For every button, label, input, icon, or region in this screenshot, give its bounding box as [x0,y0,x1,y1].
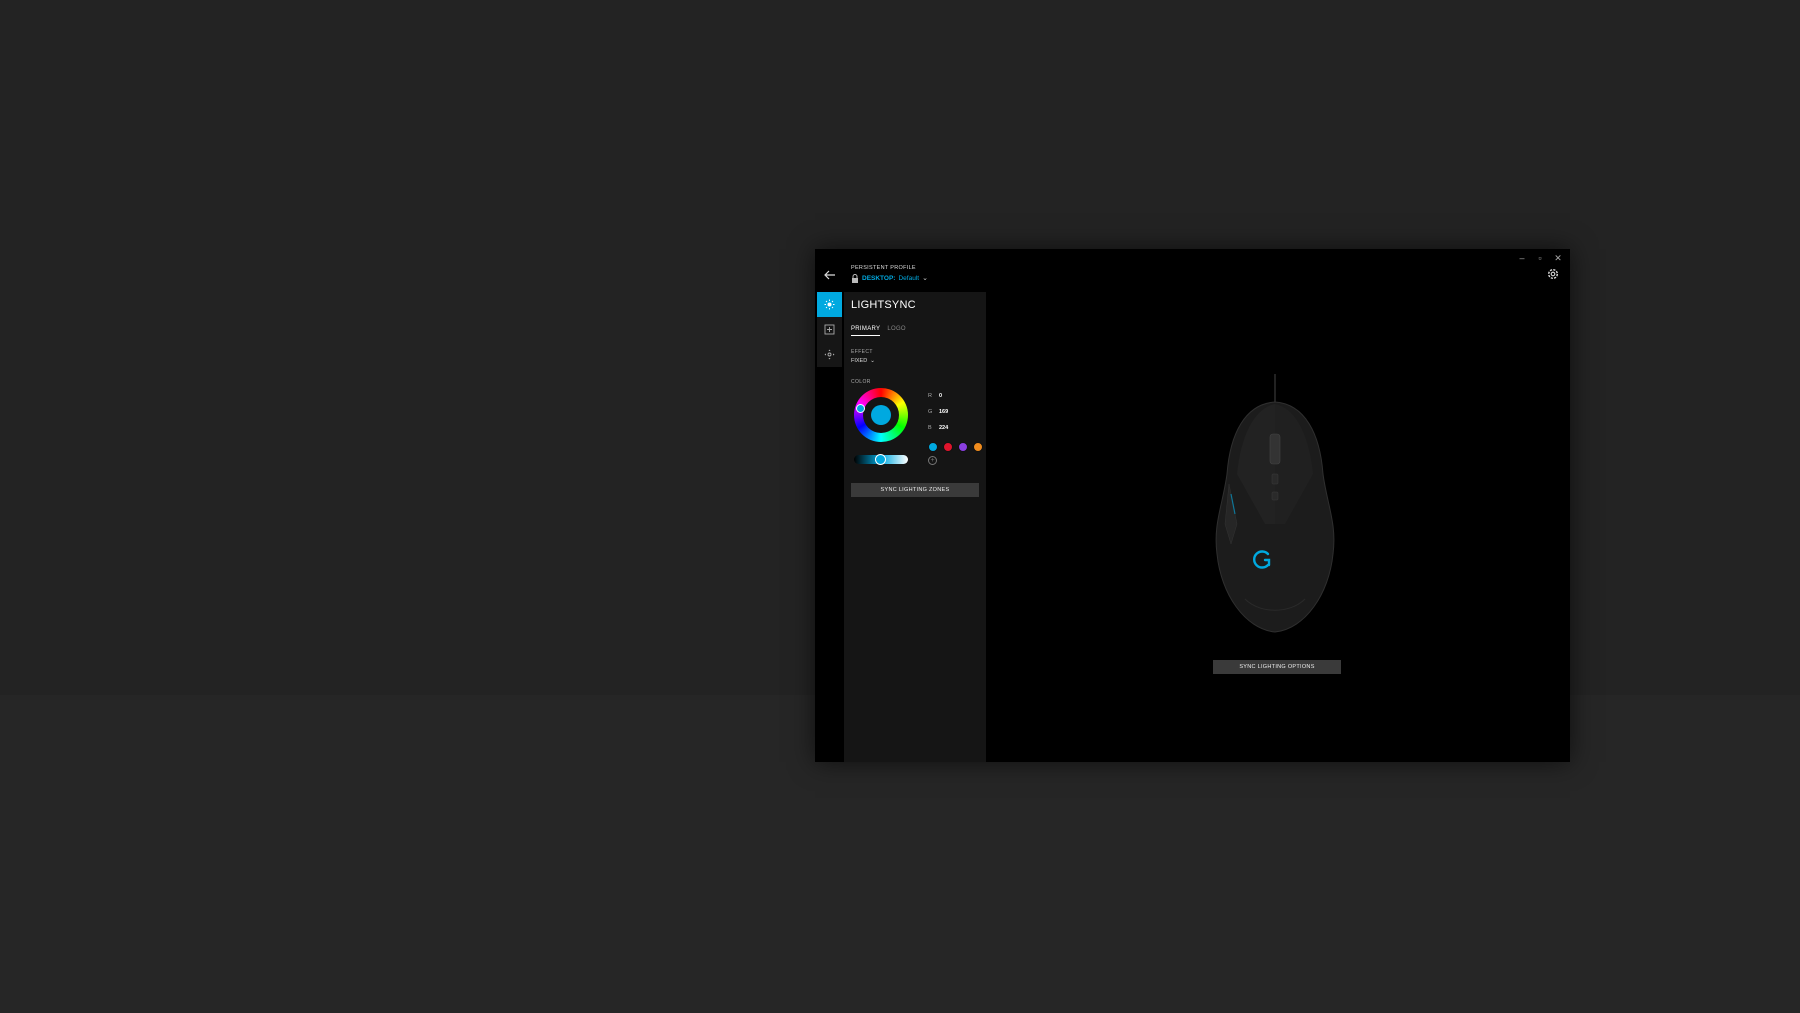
profile-row[interactable]: DESKTOP: Default ⌄ [851,272,928,284]
rail-item-assignments[interactable] [817,317,842,342]
effect-label: EFFECT [851,349,873,355]
lock-icon [852,273,858,283]
rgb-r-label: R [928,393,932,399]
minimize-button[interactable]: – [1516,252,1528,264]
rgb-values: R 0 G 169 B 224 [928,388,948,436]
brightness-slider[interactable] [854,454,908,465]
sensitivity-icon [824,349,835,360]
rgb-r-input[interactable]: 0 [939,393,942,399]
rail-item-lightsync[interactable] [817,292,842,317]
chevron-down-icon: ⌄ [922,275,928,282]
zone-tabs: PRIMARY LOGO [851,326,906,336]
sync-lighting-options-button[interactable]: SYNC LIGHTING OPTIONS [1213,660,1341,674]
device-image [1205,374,1345,634]
rgb-g-input[interactable]: 169 [939,409,948,415]
sync-lighting-zones-button[interactable]: SYNC LIGHTING ZONES [851,483,979,497]
profile-prefix: DESKTOP: [862,274,896,282]
color-label: COLOR [851,379,871,385]
profile-selector[interactable]: PERSISTENT PROFILE DESKTOP: Default ⌄ [851,264,928,284]
color-wheel[interactable] [854,388,908,442]
color-wheel-center [863,397,899,433]
rgb-row-r: R 0 [928,388,948,404]
maximize-button[interactable]: ▫ [1534,252,1546,264]
arrow-left-icon [824,270,835,280]
color-wheel-handle[interactable] [856,404,865,413]
color-presets [928,442,983,452]
rgb-row-g: G 169 [928,404,948,420]
add-color-preset-button[interactable]: + [928,456,937,465]
rgb-row-b: B 224 [928,420,948,436]
panel-title: LIGHTSYNC [851,299,916,311]
close-button[interactable]: ✕ [1552,252,1564,264]
brightness-slider-handle[interactable] [875,454,886,465]
chevron-down-icon: ⌄ [870,358,875,364]
settings-button[interactable] [1546,267,1560,281]
gaming-mouse-illustration [1215,374,1335,633]
tab-primary[interactable]: PRIMARY [851,326,881,336]
current-color-swatch [871,405,891,425]
rgb-g-label: G [928,409,933,415]
effect-value: FIXED [851,358,868,364]
profile-name: Default [898,274,920,282]
app-window: – ▫ ✕ PERSISTENT PROFILE DESKTOP: Defaul… [815,249,1570,762]
gear-icon [1547,268,1559,280]
color-preset-swatch[interactable] [943,442,953,452]
assignments-icon [824,324,835,335]
window-controls: – ▫ ✕ [1516,252,1564,264]
rail-item-sensitivity[interactable] [817,342,842,367]
color-preset-swatch[interactable] [973,442,983,452]
color-preset-swatch[interactable] [958,442,968,452]
rgb-b-label: B [928,425,932,431]
color-preset-swatch[interactable] [928,442,938,452]
tab-logo[interactable]: LOGO [887,326,906,336]
lightsync-panel: LIGHTSYNC PRIMARY LOGO EFFECT FIXED ⌄ CO… [844,292,986,762]
back-button[interactable] [821,266,839,284]
effect-dropdown[interactable]: FIXED ⌄ [851,358,875,364]
rgb-b-input[interactable]: 224 [939,425,948,431]
lightsync-icon [824,299,835,310]
feature-rail [817,292,842,367]
profile-label: PERSISTENT PROFILE [851,265,916,271]
